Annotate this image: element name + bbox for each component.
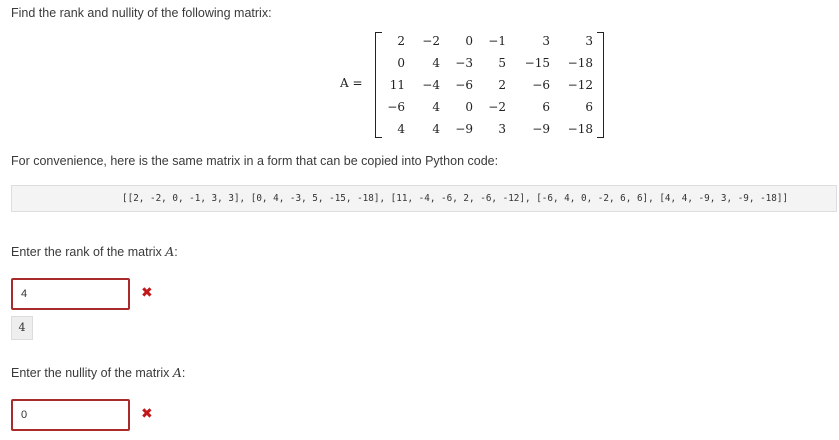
matrix-cell: −1: [488, 34, 506, 48]
matrix-display: A = 2 −2 0 −1 3 3 0 4 −3 5 −15 −18 11 −4 −6 2 −6 −12 −6 4 0 −…: [340, 30, 610, 142]
nullity-incorrect-icon: ✖: [141, 406, 153, 422]
matrix-cell: 6: [542, 100, 550, 114]
matrix-cell: 5: [498, 56, 506, 70]
matrix-cell: 3: [542, 34, 550, 48]
matrix-right-bracket: [597, 32, 604, 138]
matrix-cell: 0: [397, 56, 405, 70]
matrix-cell: 2: [498, 78, 506, 92]
question-page: Find the rank and nullity of the followi…: [0, 0, 839, 440]
matrix-cell: 3: [498, 122, 506, 136]
matrix-cell: −18: [567, 122, 593, 136]
rank-answer-preview: 4: [11, 316, 33, 340]
question-prompt: Find the rank and nullity of the followi…: [11, 6, 272, 20]
matrix-cell: −6: [532, 78, 550, 92]
copy-note: For convenience, here is the same matrix…: [11, 154, 499, 168]
rank-label-var: A: [165, 244, 175, 259]
matrix-cell: 4: [432, 122, 440, 136]
matrix-cell: −12: [567, 78, 593, 92]
nullity-label-suffix: :: [181, 366, 186, 380]
matrix-cell: 0: [465, 100, 473, 114]
matrix-cell: 2: [397, 34, 405, 48]
rank-question-label: Enter the rank of the matrix A:: [11, 244, 178, 259]
matrix-cell: 4: [432, 100, 440, 114]
matrix-cell: −6: [387, 100, 405, 114]
matrix-label: A =: [340, 76, 363, 90]
python-code-text[interactable]: [[2, -2, 0, -1, 3, 3], [0, 4, -3, 5, -15…: [122, 193, 788, 204]
matrix-cell: 4: [397, 122, 405, 136]
matrix-cell: −9: [532, 122, 550, 136]
rank-input[interactable]: [11, 278, 130, 310]
matrix-left-bracket: [375, 32, 382, 138]
nullity-label-prefix: Enter the nullity of the matrix: [11, 366, 173, 380]
matrix-cell: −4: [422, 78, 440, 92]
matrix-cell: −9: [455, 122, 473, 136]
matrix-cell: 3: [585, 34, 593, 48]
rank-incorrect-icon: ✖: [141, 285, 153, 301]
matrix-cell: −2: [422, 34, 440, 48]
rank-label-prefix: Enter the rank of the matrix: [11, 245, 166, 259]
matrix-cell: −2: [488, 100, 506, 114]
nullity-label-var: A: [172, 365, 182, 380]
nullity-input[interactable]: [11, 399, 130, 431]
matrix-cell: 4: [432, 56, 440, 70]
matrix-cell: −15: [524, 56, 550, 70]
matrix-cell: 6: [585, 100, 593, 114]
matrix-cell: −6: [455, 78, 473, 92]
nullity-question-label: Enter the nullity of the matrix A:: [11, 365, 185, 380]
matrix-cell: 11: [389, 78, 405, 92]
python-code-block[interactable]: [[2, -2, 0, -1, 3, 3], [0, 4, -3, 5, -15…: [11, 185, 837, 212]
matrix-cell: 0: [465, 34, 473, 48]
rank-label-suffix: :: [174, 245, 178, 259]
matrix-cell: −18: [567, 56, 593, 70]
matrix-cell: −3: [455, 56, 473, 70]
